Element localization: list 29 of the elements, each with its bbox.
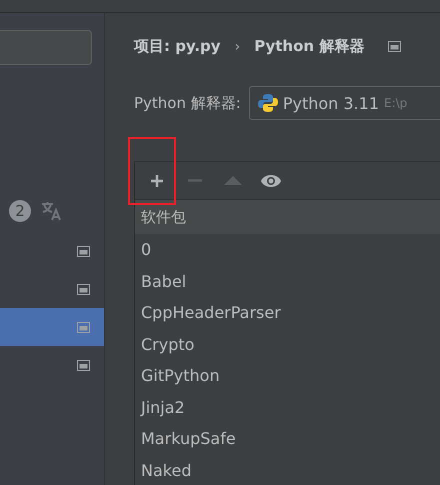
interpreter-dropdown[interactable]: Python 3.11 E:\p: [248, 86, 440, 120]
interpreter-path: E:\p: [384, 96, 408, 110]
package-row[interactable]: 0: [135, 234, 440, 266]
translate-icon: [41, 201, 63, 221]
plus-icon: [150, 174, 164, 188]
package-row[interactable]: CppHeaderParser: [135, 297, 440, 328]
python-logo-icon: [258, 93, 278, 113]
package-row[interactable]: Babel: [135, 266, 440, 297]
search-field[interactable]: [0, 30, 92, 65]
column-header[interactable]: 软件包: [135, 200, 440, 234]
page-title: Python 解释器: [254, 37, 364, 56]
breadcrumb-separator: ›: [234, 38, 240, 54]
eye-icon: [260, 174, 282, 188]
window-icon: [77, 360, 90, 370]
highlight-frame: [128, 137, 176, 205]
package-row[interactable]: Jinja2: [135, 392, 440, 423]
count-badge: 2: [9, 200, 31, 222]
package-row[interactable]: GitPython: [135, 360, 440, 392]
interpreter-label: Python 解释器:: [134, 94, 241, 112]
interpreter-name: Python 3.11: [282, 94, 379, 112]
triangle-icon: [224, 176, 242, 185]
window-icon: [77, 284, 90, 294]
package-row[interactable]: Crypto: [135, 328, 440, 360]
window-icon: [388, 41, 402, 52]
package-row[interactable]: MarkupSafe: [135, 423, 440, 454]
package-row[interactable]: Naked: [135, 454, 440, 485]
window-icon: [77, 246, 90, 256]
window-icon: [77, 322, 90, 332]
breadcrumb-project[interactable]: 项目: py.py: [134, 37, 221, 56]
